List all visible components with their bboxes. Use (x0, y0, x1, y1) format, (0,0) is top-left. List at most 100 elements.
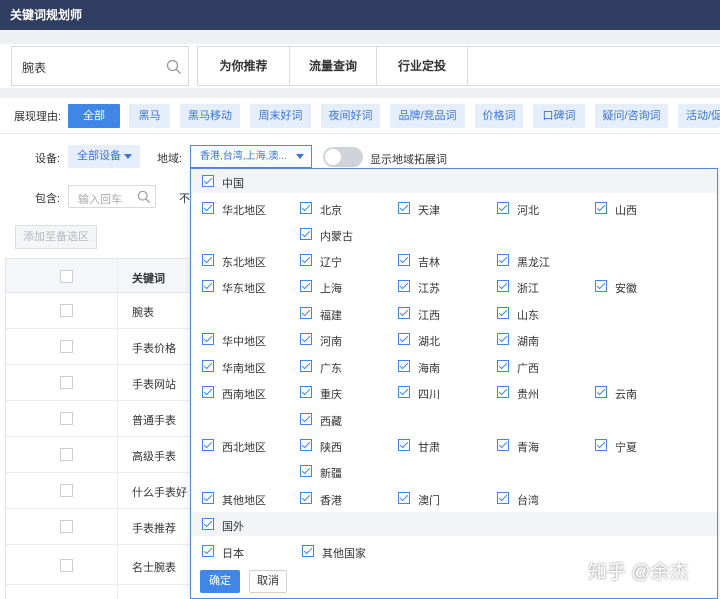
checkbox-checked-icon[interactable] (398, 280, 410, 292)
reason-chip[interactable]: 活动/促 (678, 104, 720, 128)
province-item[interactable]: 江西 (418, 307, 440, 323)
checkbox-checked-icon[interactable] (300, 202, 312, 214)
province-item[interactable]: 浙江 (517, 280, 539, 296)
checkbox-checked-icon[interactable] (398, 360, 410, 372)
checkbox-checked-icon[interactable] (202, 175, 214, 187)
checkbox-checked-icon[interactable] (497, 307, 509, 319)
province-item[interactable]: 湖北 (418, 333, 440, 349)
device-select[interactable]: 全部设备 (68, 145, 140, 168)
province-item[interactable]: 广西 (517, 360, 539, 376)
search-icon[interactable] (166, 59, 182, 75)
checkbox-checked-icon[interactable] (202, 518, 214, 530)
checkbox-checked-icon[interactable] (497, 254, 509, 266)
province-item[interactable]: 广东 (320, 360, 342, 376)
checkbox-checked-icon[interactable] (300, 307, 312, 319)
row-checkbox[interactable] (60, 412, 73, 425)
province-item[interactable]: 香港 (320, 492, 342, 508)
checkbox-checked-icon[interactable] (497, 439, 509, 451)
checkbox-checked-icon[interactable] (497, 386, 509, 398)
province-item[interactable]: 贵州 (517, 386, 539, 402)
country-item[interactable]: 日本 (222, 545, 244, 561)
table-row[interactable]: 什么手表好 (5, 473, 190, 509)
checkbox-checked-icon[interactable] (202, 254, 214, 266)
include-input[interactable]: 输入回车 (68, 185, 156, 208)
region-group[interactable]: 华东地区 (222, 280, 266, 296)
province-item[interactable]: 青海 (517, 439, 539, 455)
country-item[interactable]: 其他国家 (322, 545, 366, 561)
province-item[interactable]: 甘肃 (418, 439, 440, 455)
checkbox-checked-icon[interactable] (497, 492, 509, 504)
checkbox-checked-icon[interactable] (497, 280, 509, 292)
province-item[interactable]: 西藏 (320, 413, 342, 429)
table-row[interactable]: 名士腕表 (5, 545, 190, 585)
row-checkbox[interactable] (60, 520, 73, 533)
checkbox-checked-icon[interactable] (300, 280, 312, 292)
checkbox-checked-icon[interactable] (595, 280, 607, 292)
row-checkbox[interactable] (60, 559, 73, 572)
table-row[interactable]: 腕表 (5, 293, 190, 329)
checkbox-checked-icon[interactable] (398, 202, 410, 214)
reason-chip[interactable]: 黑马移动 (180, 104, 240, 128)
province-item[interactable]: 辽宁 (320, 254, 342, 270)
checkbox-checked-icon[interactable] (202, 360, 214, 372)
checkbox-checked-icon[interactable] (497, 202, 509, 214)
checkbox-checked-icon[interactable] (398, 386, 410, 398)
checkbox-checked-icon[interactable] (300, 254, 312, 266)
checkbox-checked-icon[interactable] (398, 333, 410, 345)
province-item[interactable]: 陕西 (320, 439, 342, 455)
reason-chip[interactable]: 黑马 (129, 104, 170, 128)
checkbox-checked-icon[interactable] (202, 439, 214, 451)
keyword-search-input[interactable]: 腕表 (11, 46, 189, 86)
row-checkbox[interactable] (60, 448, 73, 461)
checkbox-checked-icon[interactable] (300, 386, 312, 398)
table-row[interactable]: 手表价格 (5, 329, 190, 365)
province-item[interactable]: 重庆 (320, 386, 342, 402)
checkbox-checked-icon[interactable] (202, 492, 214, 504)
province-item[interactable]: 天津 (418, 202, 440, 218)
checkbox-checked-icon[interactable] (300, 413, 312, 425)
checkbox-checked-icon[interactable] (202, 333, 214, 345)
tab-recommend[interactable]: 为你推荐 (198, 47, 290, 85)
checkbox-checked-icon[interactable] (398, 254, 410, 266)
checkbox-checked-icon[interactable] (497, 333, 509, 345)
reason-chip[interactable]: 夜间好词 (321, 104, 380, 128)
region-group[interactable]: 华北地区 (222, 202, 266, 218)
province-item[interactable]: 黑龙江 (517, 254, 550, 270)
province-item[interactable]: 四川 (418, 386, 440, 402)
region-group[interactable]: 华南地区 (222, 360, 266, 376)
province-item[interactable]: 山东 (517, 307, 539, 323)
checkbox-checked-icon[interactable] (300, 333, 312, 345)
search-icon[interactable] (137, 190, 151, 204)
region-group[interactable]: 西南地区 (222, 386, 266, 402)
checkbox-checked-icon[interactable] (300, 360, 312, 372)
row-checkbox[interactable] (60, 304, 73, 317)
checkbox-checked-icon[interactable] (302, 545, 314, 557)
province-item[interactable]: 云南 (615, 386, 637, 402)
add-to-candidates-button[interactable]: 添加至备选区 (15, 225, 97, 249)
select-all-checkbox[interactable] (60, 270, 73, 283)
tab-traffic-query[interactable]: 流量查询 (290, 47, 377, 85)
province-item[interactable]: 内蒙古 (320, 228, 353, 244)
checkbox-checked-icon[interactable] (595, 439, 607, 451)
reason-chip[interactable]: 周末好词 (250, 104, 311, 128)
checkbox-checked-icon[interactable] (300, 492, 312, 504)
region-abroad[interactable]: 国外 (222, 518, 244, 534)
province-item[interactable]: 澳门 (418, 492, 440, 508)
table-row[interactable]: 手表网站 (5, 365, 190, 401)
checkbox-checked-icon[interactable] (398, 439, 410, 451)
checkbox-checked-icon[interactable] (202, 280, 214, 292)
province-item[interactable]: 吉林 (418, 254, 440, 270)
row-checkbox[interactable] (60, 340, 73, 353)
province-item[interactable]: 上海 (320, 280, 342, 296)
checkbox-checked-icon[interactable] (202, 202, 214, 214)
reason-chip[interactable]: 品牌/竞品词 (390, 104, 465, 128)
checkbox-checked-icon[interactable] (300, 439, 312, 451)
table-row[interactable]: 高级手表 (5, 437, 190, 473)
province-item[interactable]: 江苏 (418, 280, 440, 296)
province-item[interactable]: 新疆 (320, 465, 342, 481)
region-group[interactable]: 华中地区 (222, 333, 266, 349)
province-item[interactable]: 山西 (615, 202, 637, 218)
checkbox-checked-icon[interactable] (300, 465, 312, 477)
province-item[interactable]: 湖南 (517, 333, 539, 349)
reason-chip-all[interactable]: 全部 (68, 104, 120, 128)
